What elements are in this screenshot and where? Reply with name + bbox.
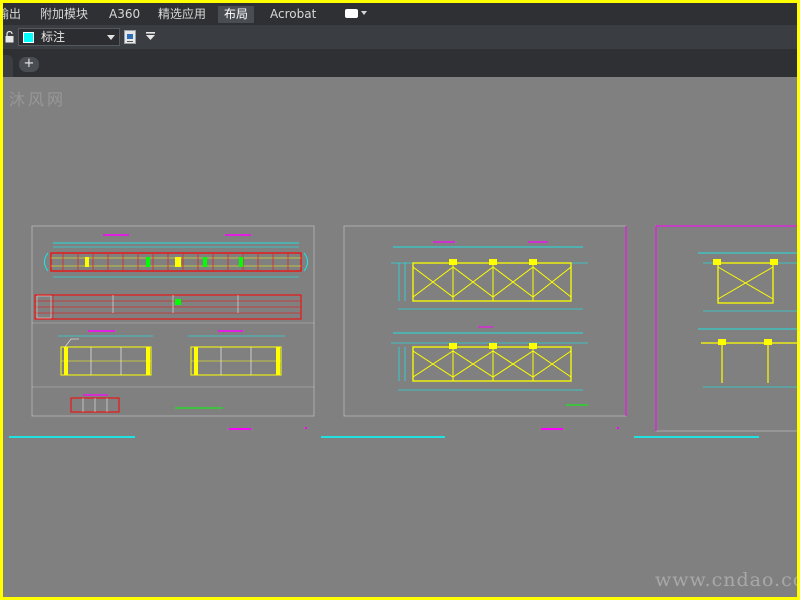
layer-color-swatch (23, 32, 34, 43)
drawing-tab[interactable] (3, 55, 13, 77)
layer-properties-icon[interactable] (124, 30, 136, 44)
properties-bar: 标注 (3, 25, 797, 49)
tab-a360[interactable]: A360 (103, 6, 146, 23)
drawing-sheet (9, 225, 315, 438)
new-tab-button[interactable]: + (19, 57, 39, 72)
tab-acrobat[interactable]: Acrobat (264, 6, 322, 23)
file-tab-bar: + (3, 49, 797, 77)
filter-icon[interactable] (146, 32, 155, 41)
drawing-sheet (321, 225, 627, 438)
layer-name: 标注 (41, 30, 66, 44)
drawing-sheet (634, 225, 797, 438)
tab-addins[interactable]: 附加模块 (34, 6, 94, 23)
ribbon-tab-bar: 输出 附加模块 A360 精选应用 布局 Acrobat (3, 3, 797, 25)
layout-viewport (9, 225, 797, 438)
layer-dropdown[interactable]: 标注 (18, 28, 120, 46)
app-window: 输出 附加模块 A360 精选应用 布局 Acrobat 标注 + 沐风网 ww… (3, 3, 797, 597)
watermark-logo: 沐风网 (9, 90, 67, 109)
tab-featured-apps[interactable]: 精选应用 (152, 6, 212, 23)
drawing-canvas[interactable]: 沐风网 (3, 77, 797, 597)
watermark-url: www.cndao.com (655, 569, 797, 591)
tab-output[interactable]: 输出 (3, 6, 27, 23)
tab-layout[interactable]: 布局 (218, 6, 255, 23)
lock-icon[interactable] (5, 31, 14, 43)
window-menu-icon[interactable] (342, 7, 368, 21)
chevron-down-icon (107, 35, 115, 40)
